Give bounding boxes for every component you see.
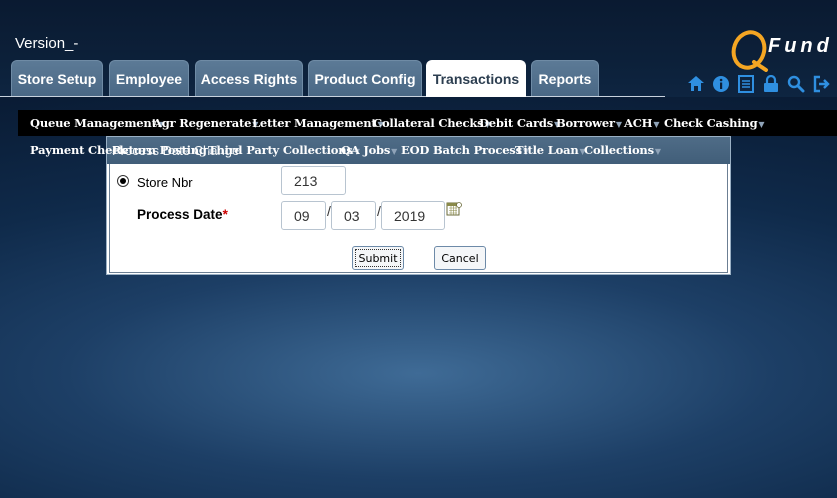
cancel-button[interactable]: Cancel [434, 246, 486, 270]
menu-eod-batch-process[interactable]: EOD Batch Process▼ [401, 143, 529, 157]
menu-third-party-collections[interactable]: Third Party Collections▼ [208, 143, 360, 157]
caret-icon: ▼ [653, 119, 660, 129]
required-marker: * [222, 207, 228, 222]
store-nbr-input[interactable]: 213 [281, 166, 346, 195]
info-icon[interactable] [711, 74, 730, 93]
caret-icon: ▼ [654, 146, 661, 156]
menu-qa-jobs[interactable]: QA Jobs▼ [341, 143, 397, 157]
process-date-month-input[interactable]: 09 [281, 201, 326, 230]
lock-icon[interactable] [761, 74, 780, 93]
tab-transactions[interactable]: Transactions [426, 60, 526, 97]
process-date-label: Process Date* [137, 207, 228, 222]
menu-return-posting[interactable]: Return Posting▼ [112, 143, 214, 157]
process-date-day-input[interactable]: 03 [331, 201, 376, 230]
version-label: Version_- [15, 35, 79, 52]
menu-collections[interactable]: Collections▼ [584, 143, 661, 157]
store-nbr-label: Store Nbr [137, 175, 193, 190]
calendar-icon[interactable] [446, 201, 462, 217]
search-icon[interactable] [786, 74, 805, 93]
home-icon[interactable] [686, 74, 705, 93]
menu-collateral-checks[interactable]: Collateral Checks▼ [373, 116, 491, 130]
menu-debit-cards[interactable]: Debit Cards▼ [479, 116, 560, 130]
menu-check-cashing[interactable]: Check Cashing▼ [664, 116, 765, 130]
tab-access-rights[interactable]: Access Rights [195, 60, 303, 96]
menu-ach[interactable]: ACH▼ [624, 116, 659, 130]
submit-button[interactable]: Submit [352, 246, 404, 270]
process-date-year-input[interactable]: 2019 [381, 201, 445, 230]
menu-title-loan[interactable]: Title Loan▼ [515, 143, 586, 157]
store-nbr-radio[interactable] [117, 175, 129, 187]
tab-store-setup[interactable]: Store Setup [11, 60, 103, 96]
menu-borrower[interactable]: Borrower▼ [556, 116, 622, 130]
logo-text: Fund [768, 35, 833, 57]
tab-employee[interactable]: Employee [109, 60, 189, 96]
document-icon[interactable] [736, 74, 755, 93]
logout-icon[interactable] [811, 74, 830, 93]
tab-reports[interactable]: Reports [531, 60, 599, 96]
qfund-logo: Fund [730, 28, 835, 72]
menu-queue-management[interactable]: Queue Management▼ [30, 116, 164, 130]
caret-icon: ▼ [615, 119, 622, 129]
caret-icon: ▼ [758, 119, 765, 129]
menu-agr-regenerate[interactable]: Agr Regenerate▼ [153, 116, 258, 130]
menu-letter-management[interactable]: Letter Management▼ [252, 116, 384, 130]
toolbar-icons [686, 74, 830, 94]
caret-icon: ▼ [391, 146, 398, 156]
tab-product-config[interactable]: Product Config [308, 60, 422, 96]
